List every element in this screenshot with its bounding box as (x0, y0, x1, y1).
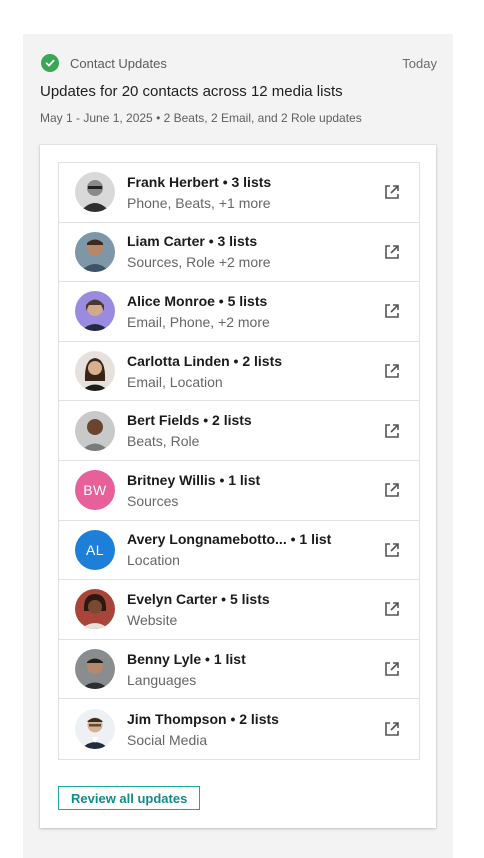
review-all-updates-button[interactable]: Review all updates (58, 786, 201, 810)
updates-card: Frank Herbert • 3 lists Phone, Beats, +1… (40, 145, 436, 828)
contact-row[interactable]: Bert Fields • 2 lists Beats, Role (59, 401, 419, 461)
avatar-initials: AL (85, 541, 105, 558)
panel-header: Contact Updates Today (41, 53, 437, 73)
contact-name[interactable]: Avery Longnamebotto... • 1 list (127, 531, 383, 547)
contact-info: Alice Monroe • 5 lists Email, Phone, +2 … (127, 293, 383, 330)
contact-update-fields: Languages (127, 671, 197, 688)
avatar-initials: BW (83, 482, 107, 499)
contact-update-fields: Sources (127, 492, 179, 509)
external-link-icon[interactable] (383, 600, 401, 618)
contact-row[interactable]: Jim Thompson • 2 lists Social Media (59, 699, 419, 759)
avatar: AL (75, 529, 115, 570)
contact-info: Liam Carter • 3 lists Sources, Role +2 m… (127, 233, 383, 270)
contact-name[interactable]: Alice Monroe • 5 lists (127, 293, 383, 309)
contact-name[interactable]: Jim Thompson • 2 lists (127, 711, 383, 727)
contact-name[interactable]: Evelyn Carter • 5 lists (127, 591, 383, 607)
contact-update-fields: Website (127, 611, 178, 628)
update-subsummary: May 1 - June 1, 2025 • 2 Beats, 2 Email,… (40, 111, 362, 125)
contact-update-fields: Email, Location (127, 373, 223, 390)
contact-update-fields: Location (127, 552, 180, 569)
contact-update-fields: Phone, Beats, +1 more (127, 194, 271, 211)
contact-info: Britney Willis • 1 list Sources (127, 472, 383, 509)
contact-update-fields: Social Media (127, 731, 208, 748)
contact-update-fields: Sources, Role +2 more (127, 254, 271, 271)
contact-name[interactable]: Frank Herbert • 3 lists (127, 174, 383, 190)
contact-info: Jim Thompson • 2 lists Social Media (127, 711, 383, 748)
avatar (75, 172, 115, 213)
external-link-icon[interactable] (383, 422, 401, 440)
contact-info: Benny Lyle • 1 list Languages (127, 651, 383, 688)
contact-info: Avery Longnamebotto... • 1 list Location (127, 531, 383, 568)
contact-info: Frank Herbert • 3 lists Phone, Beats, +1… (127, 174, 383, 211)
contact-name[interactable]: Benny Lyle • 1 list (127, 651, 383, 667)
contact-name[interactable]: Bert Fields • 2 lists (127, 412, 383, 428)
check-circle-icon (41, 54, 59, 72)
contact-info: Bert Fields • 2 lists Beats, Role (127, 412, 383, 449)
contact-updates-panel: Contact Updates Today Updates for 20 con… (23, 34, 453, 858)
contact-row[interactable]: Liam Carter • 3 lists Sources, Role +2 m… (59, 223, 419, 283)
external-link-icon[interactable] (383, 720, 401, 738)
external-link-icon[interactable] (383, 481, 401, 499)
avatar (75, 649, 115, 690)
external-link-icon[interactable] (383, 541, 401, 559)
external-link-icon[interactable] (383, 362, 401, 380)
contact-info: Carlotta Linden • 2 lists Email, Locatio… (127, 353, 383, 390)
contact-update-fields: Beats, Role (127, 433, 200, 450)
avatar: BW (75, 470, 115, 511)
panel-date: Today (402, 55, 437, 71)
contact-row[interactable]: BW Britney Willis • 1 list Sources (59, 461, 419, 521)
avatar (75, 709, 115, 750)
contact-info: Evelyn Carter • 5 lists Website (127, 591, 383, 628)
contact-row[interactable]: Evelyn Carter • 5 lists Website (59, 580, 419, 640)
contact-row[interactable]: Benny Lyle • 1 list Languages (59, 640, 419, 700)
external-link-icon[interactable] (383, 243, 401, 261)
external-link-icon[interactable] (383, 302, 401, 320)
avatar (75, 351, 115, 392)
contact-name[interactable]: Carlotta Linden • 2 lists (127, 353, 383, 369)
external-link-icon[interactable] (383, 183, 401, 201)
contact-row[interactable]: Frank Herbert • 3 lists Phone, Beats, +1… (59, 163, 419, 223)
contact-name[interactable]: Britney Willis • 1 list (127, 472, 383, 488)
contact-row[interactable]: AL Avery Longnamebotto... • 1 list Locat… (59, 521, 419, 581)
contact-row[interactable]: Carlotta Linden • 2 lists Email, Locatio… (59, 342, 419, 402)
contact-row[interactable]: Alice Monroe • 5 lists Email, Phone, +2 … (59, 282, 419, 342)
avatar (75, 589, 115, 630)
contact-list: Frank Herbert • 3 lists Phone, Beats, +1… (58, 162, 420, 760)
avatar (75, 291, 115, 332)
external-link-icon[interactable] (383, 660, 401, 678)
avatar (75, 231, 115, 272)
contact-name[interactable]: Liam Carter • 3 lists (127, 233, 383, 249)
update-summary: Updates for 20 contacts across 12 media … (40, 83, 343, 100)
panel-title: Contact Updates (70, 55, 167, 71)
contact-update-fields: Email, Phone, +2 more (127, 313, 270, 330)
avatar (75, 410, 115, 451)
